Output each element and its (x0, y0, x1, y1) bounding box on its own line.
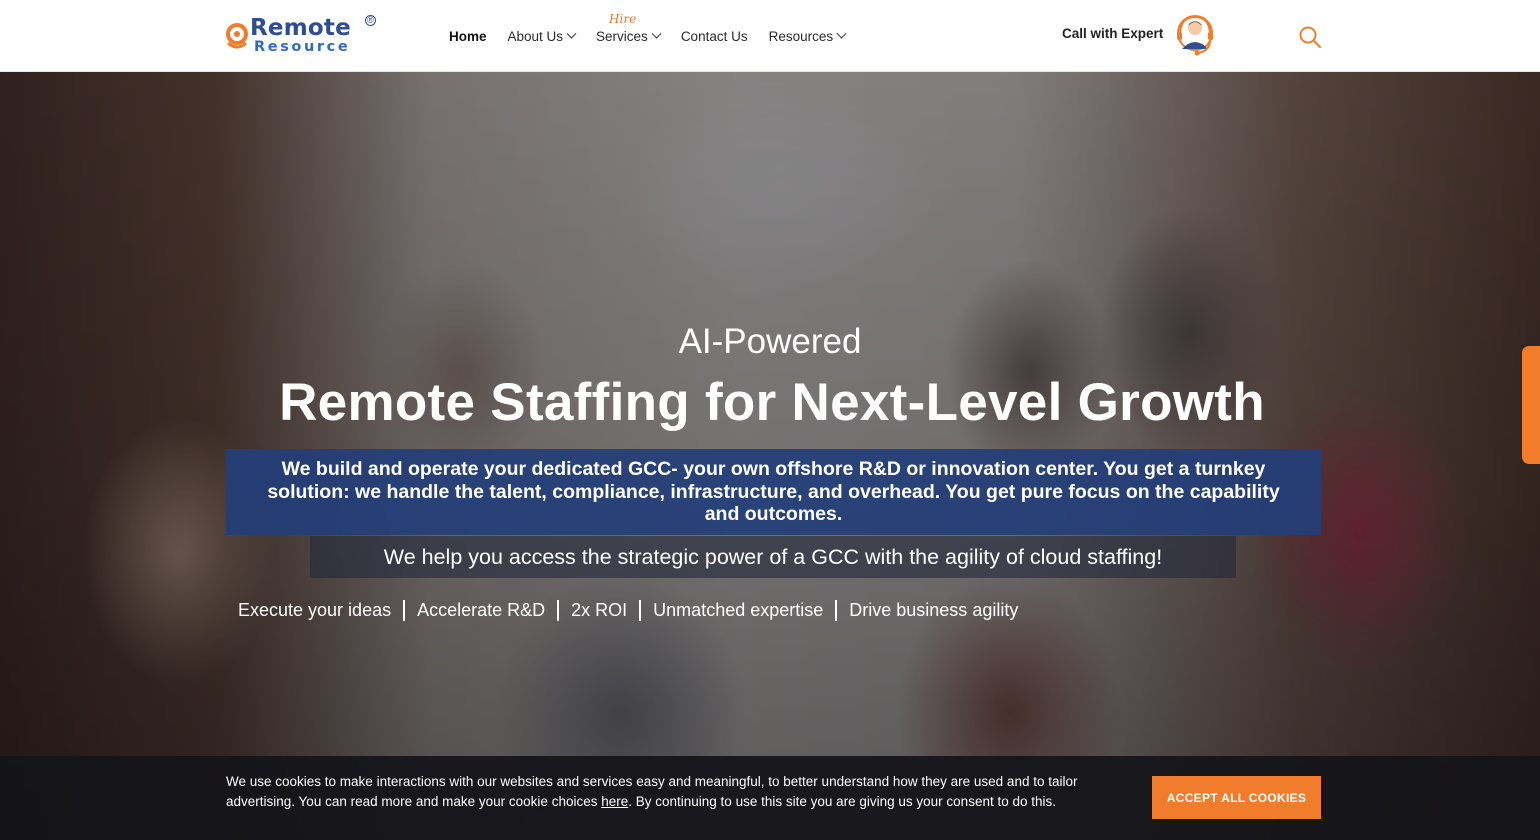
nav-item-label: Home (449, 28, 487, 44)
nav-item-home[interactable]: Home (449, 29, 487, 44)
call-with-expert-label: Call with Expert (1062, 26, 1164, 41)
hero-eyebrow: AI-Powered (678, 322, 862, 361)
chevron-down-icon (836, 28, 847, 39)
nav-item-about-us[interactable]: About Us (507, 28, 577, 44)
side-feedback-tab[interactable] (1522, 346, 1540, 464)
nav-item-resources[interactable]: Resources (768, 28, 847, 44)
site-header: Remote Resource ® Home About Us Hire Ser… (0, 0, 1540, 72)
chevron-down-icon (566, 28, 577, 39)
hero-description: We build and operate your dedicated GCC-… (267, 458, 1280, 526)
cookie-policy-link[interactable]: here (601, 794, 628, 809)
benefit-tag: Accelerate R&D (403, 599, 557, 621)
benefit-tag: Drive business agility (835, 599, 1030, 621)
hero-description-box: We build and operate your dedicated GCC-… (226, 449, 1321, 535)
registered-mark: ® (365, 15, 376, 26)
logo-text-resource: Resource (254, 39, 351, 55)
hero-headline: Remote Staffing for Next-Level Growth (279, 373, 1265, 432)
hire-tag: Hire (609, 11, 637, 26)
hero-benefit-tags: Execute your ideas Accelerate R&D 2x ROI… (226, 596, 1076, 624)
logo-mark-icon (226, 23, 248, 49)
hero-section: AI-Powered Remote Staffing for Next-Leve… (0, 72, 1540, 840)
cookie-text-after: . By continuing to use this site you are… (628, 793, 1056, 809)
cookie-consent-bar: We use cookies to make interactions with… (0, 756, 1540, 840)
nav-item-label: Contact Us (680, 28, 748, 44)
main-nav: Home About Us Hire Services Contact Us R… (449, 0, 866, 72)
nav-item-services[interactable]: Hire Services (596, 12, 662, 44)
nav-item-label: Resources (768, 28, 834, 44)
call-with-expert-button[interactable]: Call with Expert (1062, 15, 1213, 56)
nav-item-label: About Us (507, 28, 564, 44)
nav-item-label: Services (596, 28, 648, 44)
hero-subline-box: We help you access the strategic power o… (310, 536, 1236, 578)
search-icon[interactable] (1298, 25, 1322, 49)
benefit-tag: Unmatched expertise (639, 599, 835, 621)
chevron-down-icon (651, 28, 662, 39)
benefit-tag: 2x ROI (557, 599, 639, 621)
nav-item-contact-us[interactable]: Contact Us (681, 29, 748, 44)
accept-all-cookies-button[interactable]: ACCEPT ALL COOKIES (1152, 776, 1321, 819)
cookie-message: We use cookies to make interactions with… (226, 772, 1106, 811)
remote-resource-logo[interactable]: Remote Resource ® (226, 15, 376, 55)
logo-text-remote: Remote (250, 15, 351, 41)
headset-agent-icon (1177, 15, 1213, 56)
benefit-tag: Execute your ideas (238, 599, 392, 620)
hero-subline: We help you access the strategic power o… (383, 544, 1163, 569)
